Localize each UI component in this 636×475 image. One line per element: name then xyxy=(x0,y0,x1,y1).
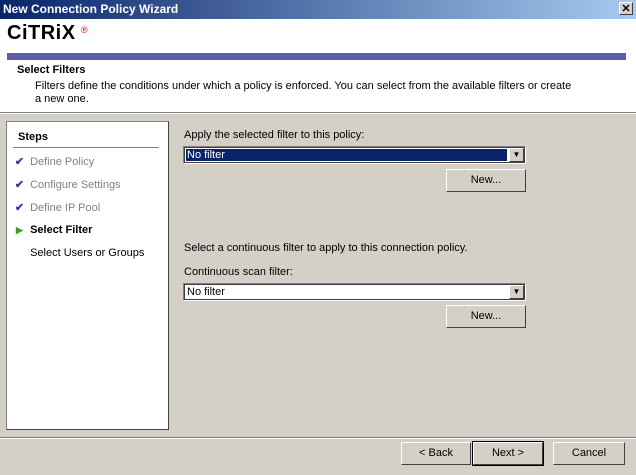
page-description: Filters define the conditions under whic… xyxy=(35,80,572,105)
citrix-logo: CiTRiX xyxy=(7,22,76,44)
step-label: Define IP Pool xyxy=(30,202,101,214)
steps-divider xyxy=(13,147,159,148)
continuous-filter-value: No filter xyxy=(187,286,225,298)
step-label: Select Filter xyxy=(30,224,93,236)
continuous-filter-label: Continuous scan filter: xyxy=(184,266,293,278)
step-label: Select Users or Groups xyxy=(30,247,145,259)
header-divider xyxy=(0,112,636,114)
new-continuous-filter-button[interactable]: New... xyxy=(446,305,526,328)
close-button[interactable]: ✕ xyxy=(619,2,633,15)
cancel-button[interactable]: Cancel xyxy=(553,442,625,465)
back-button[interactable]: < Back xyxy=(401,442,471,465)
chevron-down-icon[interactable]: ▼ xyxy=(509,148,524,162)
page-title: Select Filters xyxy=(17,64,86,76)
continuous-intro-text: Select a continuous filter to apply to t… xyxy=(184,242,468,254)
steps-panel: Steps ✔ Define Policy ✔ Configure Settin… xyxy=(6,121,169,430)
step-label: Configure Settings xyxy=(30,179,121,191)
chevron-down-icon[interactable]: ▼ xyxy=(509,285,524,299)
registered-mark: ® xyxy=(81,25,88,35)
check-icon: ✔ xyxy=(14,156,25,168)
arrow-right-icon: ▶ xyxy=(16,225,23,235)
filter-select-value: No filter xyxy=(186,149,507,161)
step-label: Define Policy xyxy=(30,156,95,168)
new-filter-button[interactable]: New... xyxy=(446,169,526,192)
header-accent-bar xyxy=(7,53,626,60)
footer-divider xyxy=(0,437,636,439)
window-titlebar: New Connection Policy Wizard ✕ xyxy=(0,0,636,19)
steps-title: Steps xyxy=(18,131,48,143)
step-define-policy: ✔ Define Policy xyxy=(12,155,94,168)
step-select-filter: ▶ Select Filter xyxy=(12,224,92,236)
continuous-filter-select[interactable]: No filter ▼ xyxy=(183,283,526,301)
close-icon: ✕ xyxy=(621,3,631,15)
filter-label: Apply the selected filter to this policy… xyxy=(184,129,365,141)
check-icon: ✔ xyxy=(14,202,25,214)
step-define-ip-pool: ✔ Define IP Pool xyxy=(12,201,100,214)
wizard-header: CiTRiX ® Select Filters Filters define t… xyxy=(0,19,636,112)
check-icon: ✔ xyxy=(14,179,25,191)
step-configure-settings: ✔ Configure Settings xyxy=(12,178,121,191)
next-button[interactable]: Next > xyxy=(472,441,544,466)
filter-select[interactable]: No filter ▼ xyxy=(183,146,526,164)
step-select-users: Select Users or Groups xyxy=(12,247,144,259)
window-title: New Connection Policy Wizard xyxy=(3,2,179,16)
